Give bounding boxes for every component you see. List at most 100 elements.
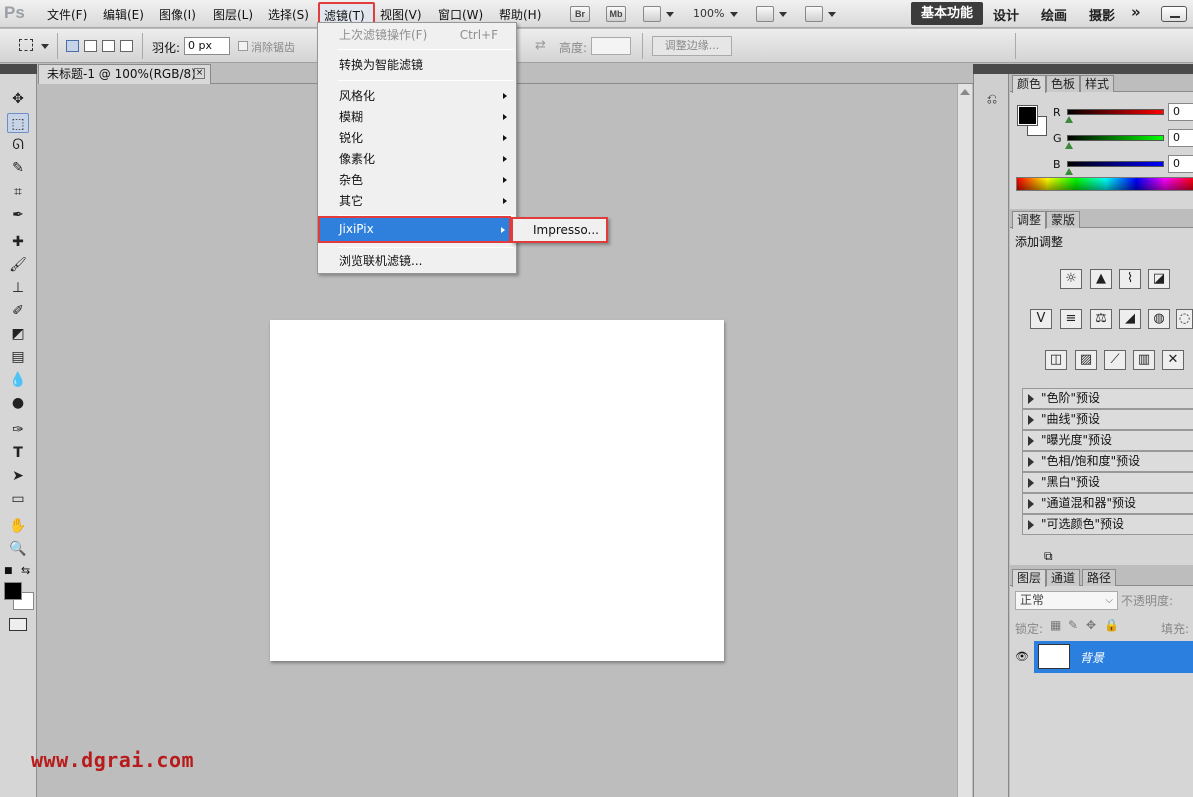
tab-color[interactable]: 颜色 — [1012, 75, 1047, 93]
workspace-essentials[interactable]: 基本功能 — [911, 2, 983, 25]
hand-tool-icon[interactable]: ✋ — [7, 516, 29, 536]
brush-tool-icon[interactable]: 🖌 — [7, 255, 29, 275]
tab-adjustments[interactable]: 调整 — [1012, 211, 1047, 229]
document-canvas[interactable] — [270, 320, 724, 661]
invert-icon[interactable]: ◫ — [1045, 350, 1067, 370]
red-value[interactable]: 0 — [1168, 103, 1193, 121]
crop-tool-icon[interactable]: ⌗ — [7, 182, 29, 202]
document-tab[interactable]: 未标题-1 @ 100%(RGB/8) × — [38, 64, 211, 84]
eye-icon[interactable]: 👁 — [1015, 650, 1029, 663]
foreground-color-swatch[interactable] — [4, 582, 22, 600]
view-extras-icon[interactable] — [643, 6, 661, 22]
black-white-icon[interactable]: ◢ — [1119, 309, 1141, 329]
marquee-preset-icon[interactable] — [19, 39, 33, 51]
curves-icon[interactable]: ⌇ — [1119, 269, 1141, 289]
menu-item-impresso[interactable]: Impresso... — [533, 223, 599, 237]
lasso-tool-icon[interactable]: ᘏ — [7, 135, 29, 155]
arrange-documents-icon[interactable] — [756, 6, 774, 22]
clip-layer-icon[interactable]: ⧉ — [1044, 549, 1053, 564]
foreground-color-chip[interactable] — [1017, 105, 1038, 126]
tab-styles[interactable]: 样式 — [1080, 75, 1115, 92]
eraser-tool-icon[interactable]: ◩ — [7, 324, 29, 344]
menu-item-sharpen[interactable]: 锐化 — [318, 128, 516, 149]
tab-masks[interactable]: 蒙版 — [1046, 211, 1081, 228]
green-slider[interactable] — [1067, 135, 1164, 141]
green-value[interactable]: 0 — [1168, 129, 1193, 147]
menu-item-browse-online-filters[interactable]: 浏览联机滤镜... — [318, 251, 516, 272]
swap-colors-icon[interactable]: ⇆ — [21, 564, 30, 577]
more-workspaces-icon[interactable]: » — [1131, 3, 1141, 21]
screen-mode-icon[interactable] — [805, 6, 823, 22]
minimize-button[interactable] — [1161, 6, 1187, 22]
preset-selective-color[interactable]: "可选颜色"预设 — [1022, 514, 1193, 535]
preset-channel-mixer[interactable]: "通道混和器"预设 — [1022, 493, 1193, 514]
menu-file[interactable]: 文件(F) — [47, 6, 87, 23]
blue-slider-thumb[interactable] — [1065, 168, 1073, 175]
tab-swatches[interactable]: 色板 — [1046, 75, 1081, 92]
menu-item-convert-smart-filter[interactable]: 转换为智能滤镜 — [318, 55, 516, 76]
chevron-down-icon[interactable] — [779, 12, 787, 17]
posterize-icon[interactable]: ▨ — [1075, 350, 1097, 370]
blend-mode-select[interactable]: 正常 ⌵ — [1015, 591, 1118, 610]
menu-window[interactable]: 窗口(W) — [438, 6, 483, 23]
subtract-selection-icon[interactable] — [102, 40, 115, 52]
menu-item-pixelate[interactable]: 像素化 — [318, 149, 516, 170]
color-balance-icon[interactable]: ⚖ — [1090, 309, 1112, 329]
add-selection-icon[interactable] — [84, 40, 97, 52]
dodge-tool-icon[interactable]: ● — [7, 393, 29, 413]
menu-item-jixipix[interactable]: JixiPix — [318, 216, 511, 243]
exposure-icon[interactable]: ◪ — [1148, 269, 1170, 289]
menu-item-blur[interactable]: 模糊 — [318, 107, 516, 128]
color-spectrum[interactable] — [1016, 177, 1193, 191]
menu-layer[interactable]: 图层(L) — [213, 6, 253, 23]
pen-tool-icon[interactable]: ✑ — [7, 420, 29, 440]
menu-item-other[interactable]: 其它 — [318, 191, 516, 212]
close-icon[interactable]: × — [194, 68, 205, 79]
menu-item-noise[interactable]: 杂色 — [318, 170, 516, 191]
history-brush-tool-icon[interactable]: ✐ — [7, 301, 29, 321]
preset-black-white[interactable]: "黑白"预设 — [1022, 472, 1193, 493]
chevron-down-icon[interactable] — [666, 12, 674, 17]
layer-row[interactable]: 👁 背景 — [1010, 641, 1193, 673]
menu-help[interactable]: 帮助(H) — [499, 6, 541, 23]
clone-stamp-tool-icon[interactable]: ⊥ — [7, 278, 29, 298]
move-tool-icon[interactable]: ✥ — [7, 89, 29, 109]
preset-levels[interactable]: "色阶"预设 — [1022, 388, 1193, 409]
blur-tool-icon[interactable]: 💧 — [7, 370, 29, 390]
vertical-scrollbar[interactable] — [957, 84, 972, 797]
tools-panel-header[interactable] — [0, 64, 37, 74]
quick-select-tool-icon[interactable]: ✎ — [7, 158, 29, 178]
chevron-down-icon[interactable] — [730, 12, 738, 17]
intersect-selection-icon[interactable] — [120, 40, 133, 52]
blue-value[interactable]: 0 — [1168, 155, 1193, 173]
red-slider-thumb[interactable] — [1065, 116, 1073, 123]
blue-slider[interactable] — [1067, 161, 1164, 167]
tab-layers[interactable]: 图层 — [1012, 569, 1047, 587]
height-input[interactable] — [591, 37, 631, 55]
levels-icon[interactable]: ▲ — [1090, 269, 1112, 289]
marquee-tool-icon[interactable]: ⬚ — [7, 113, 29, 133]
workspace-design[interactable]: 设计 — [993, 5, 1019, 24]
zoom-tool-icon[interactable]: 🔍 — [7, 539, 29, 559]
menu-select[interactable]: 选择(S) — [268, 6, 309, 23]
preset-hue-saturation[interactable]: "色相/饱和度"预设 — [1022, 451, 1193, 472]
scroll-up-icon[interactable] — [960, 89, 970, 95]
path-select-tool-icon[interactable]: ➤ — [7, 466, 29, 486]
tab-channels[interactable]: 通道 — [1046, 569, 1081, 586]
panel-dock-header[interactable] — [973, 64, 1193, 74]
quick-mask-icon[interactable] — [9, 618, 27, 631]
threshold-icon[interactable]: ⟋ — [1104, 350, 1126, 370]
gradient-tool-icon[interactable]: ▤ — [7, 347, 29, 367]
workspace-photography[interactable]: 摄影 — [1089, 5, 1115, 24]
preset-curves[interactable]: "曲线"预设 — [1022, 409, 1193, 430]
chevron-down-icon[interactable] — [41, 44, 49, 49]
selective-color-icon[interactable]: ✕ — [1162, 350, 1184, 370]
swap-icon[interactable]: ⇄ — [535, 38, 546, 53]
menu-image[interactable]: 图像(I) — [159, 6, 196, 23]
menu-item-last-filter[interactable]: 上次滤镜操作(F) Ctrl+F — [318, 25, 516, 46]
default-colors-icon[interactable]: ■ — [4, 566, 13, 576]
gradient-map-icon[interactable]: ▥ — [1133, 350, 1155, 370]
photo-filter-icon[interactable]: ◍ — [1148, 309, 1170, 329]
new-selection-icon[interactable] — [66, 40, 79, 52]
menu-view[interactable]: 视图(V) — [380, 6, 422, 23]
